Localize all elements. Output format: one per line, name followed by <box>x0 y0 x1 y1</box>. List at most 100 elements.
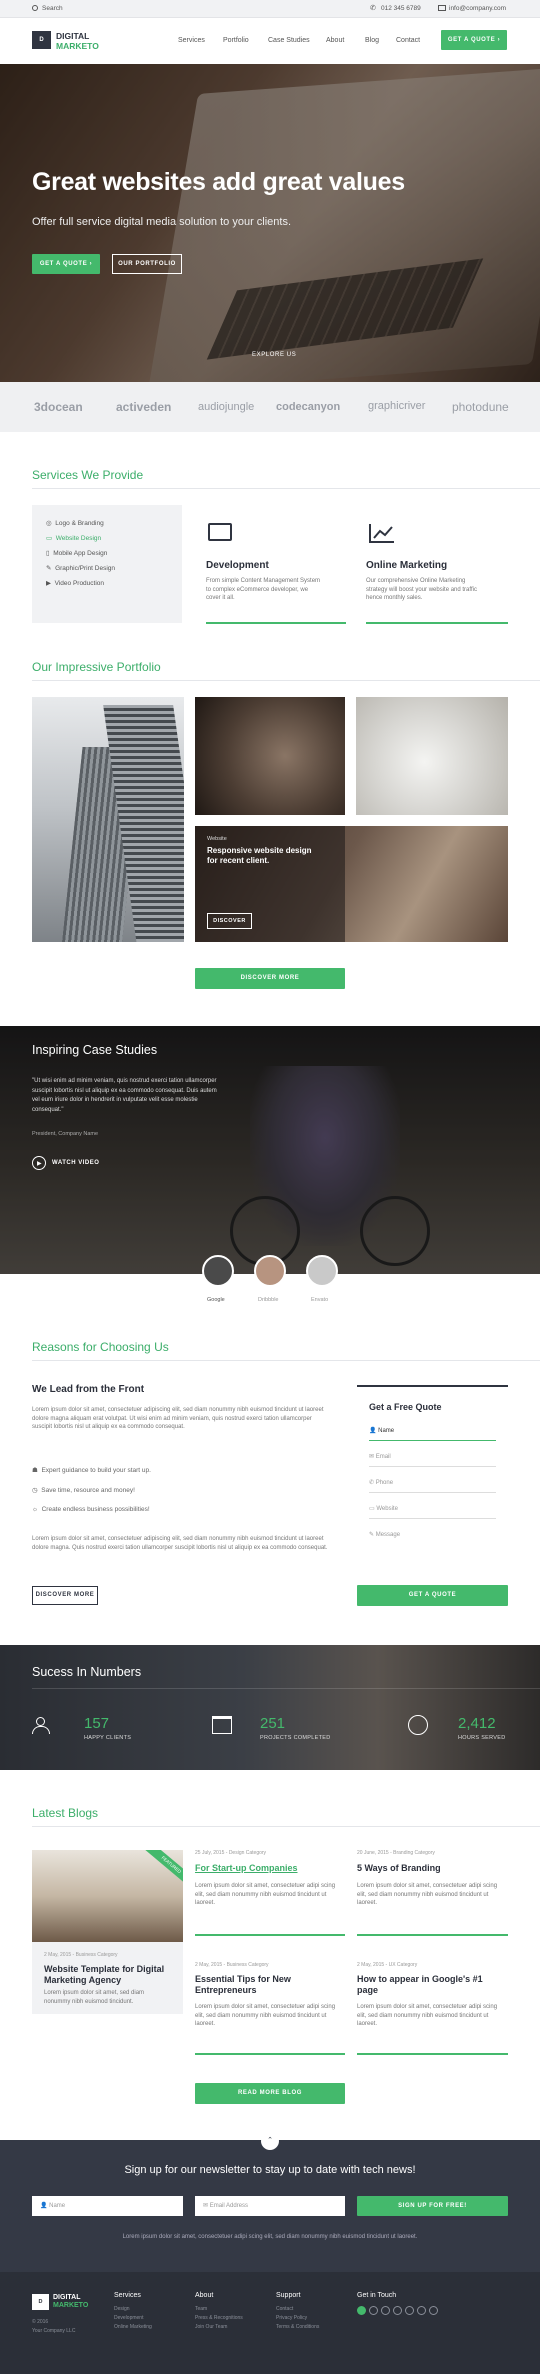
footer-link[interactable]: Press & Recognitions <box>195 2315 243 2321</box>
brand-audiojungle: audiojungle <box>198 401 255 413</box>
service-item-label: Mobile App Design <box>53 550 108 557</box>
service-item-graphic[interactable]: ✎ Graphic/Print Design <box>46 564 115 572</box>
explore-us-link[interactable]: EXPLORE US <box>252 352 296 358</box>
facebook-icon[interactable] <box>357 2306 366 2315</box>
blog-title[interactable]: For Start-up Companies <box>195 1863 298 1873</box>
portfolio-tablet-image[interactable]: Website Responsive website design for re… <box>195 826 508 942</box>
blogs-title: Latest Blogs <box>32 1806 99 1820</box>
newsletter-name-input[interactable]: 👤 Name <box>32 2196 183 2216</box>
footer-link[interactable]: Contact <box>276 2306 293 2312</box>
email-field[interactable]: ✉ Email <box>369 1449 496 1467</box>
portfolio-title: Our Impressive Portfolio <box>32 660 161 674</box>
hero-portfolio-button[interactable]: OUR PORTFOLIO <box>112 254 182 274</box>
logo-mark[interactable]: D <box>32 31 51 49</box>
newsletter-signup-button[interactable]: SIGN UP FOR FREE! <box>357 2196 508 2216</box>
website-field[interactable]: ▭ Website <box>369 1501 496 1519</box>
phone-number[interactable]: 012 345 6789 <box>381 5 421 12</box>
linkedin-icon[interactable] <box>381 2306 390 2315</box>
blog-title[interactable]: Essential Tips for New Entrepreneurs <box>195 1974 315 1996</box>
service-item-label: Video Production <box>54 580 105 587</box>
reasons-bullet-1: ☗ Expert guidance to build your start up… <box>32 1467 151 1474</box>
nav-about[interactable]: About <box>326 37 344 44</box>
calendar-icon <box>212 1716 232 1734</box>
search-icon[interactable] <box>32 5 38 11</box>
message-field[interactable]: ✎ Message <box>369 1527 496 1545</box>
rss-icon[interactable] <box>429 2306 438 2315</box>
service-item-label: Graphic/Print Design <box>55 565 116 572</box>
service-card-text: From simple Content Management System to… <box>206 578 321 601</box>
alarm-clock-icon <box>408 1715 428 1735</box>
quote-form-title: Get a Free Quote <box>369 1402 442 1412</box>
nav-services[interactable]: Services <box>178 37 205 44</box>
portfolio-building-image[interactable] <box>32 697 184 942</box>
blog-card[interactable]: 20 June, 2015 - Branding Category 5 Ways… <box>357 1850 508 1936</box>
brand-photodune: photodune <box>452 400 509 414</box>
brand-activeden: activeden <box>116 400 172 414</box>
case-avatar-dribbble[interactable] <box>254 1255 286 1287</box>
blog-card[interactable]: 25 July, 2015 - Design Category For Star… <box>195 1850 345 1936</box>
footer-link[interactable]: Terms & Conditions <box>276 2324 319 2330</box>
service-card-development: Development From simple Content Manageme… <box>206 520 346 624</box>
blog-title[interactable]: How to appear in Google's #1 page <box>357 1974 487 1996</box>
footer-logo-mark[interactable]: D <box>32 2294 49 2310</box>
case-overlay <box>0 1026 540 1274</box>
newsletter-email-input[interactable]: ✉ Email Address <box>195 2196 345 2216</box>
case-avatar-envato[interactable] <box>306 1255 338 1287</box>
footer-link[interactable]: Privacy Policy <box>276 2315 307 2321</box>
case-title: Inspiring Case Studies <box>32 1043 158 1057</box>
name-field[interactable]: 👤 Name <box>369 1423 496 1441</box>
reasons-bullet-2: ◷ Save time, resource and money! <box>32 1487 135 1494</box>
twitter-icon[interactable] <box>369 2306 378 2315</box>
phone-field[interactable]: ✆ Phone <box>369 1475 496 1493</box>
portfolio-phone-image[interactable] <box>356 697 508 815</box>
footer-link[interactable]: Design <box>114 2306 130 2312</box>
nav-portfolio[interactable]: Portfolio <box>223 37 249 44</box>
numbers-section: Sucess In Numbers 157 HAPPY CLIENTS 251 … <box>0 1645 540 1770</box>
blog-excerpt: Lorem ipsum dolor sit amet, consectetuer… <box>195 2004 336 2027</box>
blog-meta: 20 June, 2015 - Branding Category <box>357 1850 435 1856</box>
portfolio-discover-more-button[interactable]: DISCOVER MORE <box>195 968 345 989</box>
footer: D DIGITAL MARKETO © 2016 Your Company LL… <box>0 2272 540 2374</box>
blog-card[interactable]: 2 May, 2015 - Business Category Essentia… <box>195 1962 345 2055</box>
header-get-quote-button[interactable]: GET A QUOTE › <box>441 30 507 50</box>
featured-blog-image <box>32 1850 183 1942</box>
top-bar: Search ✆ 012 345 6789 info@company.com <box>0 0 540 18</box>
quote-form-submit-button[interactable]: GET A QUOTE <box>357 1585 508 1606</box>
email-link[interactable]: info@company.com <box>449 5 506 12</box>
google-plus-icon[interactable] <box>393 2306 402 2315</box>
service-item-logo[interactable]: ◎ Logo & Branding <box>46 519 104 527</box>
footer-link[interactable]: Join Our Team <box>195 2324 227 2330</box>
footer-link[interactable]: Online Marketing <box>114 2324 152 2330</box>
blog-title[interactable]: 5 Ways of Branding <box>357 1863 441 1873</box>
nav-blog[interactable]: Blog <box>365 37 379 44</box>
play-icon[interactable]: ▶ <box>32 1156 46 1170</box>
blog-meta: 2 May, 2015 - UX Category <box>357 1962 418 1968</box>
footer-link[interactable]: Development <box>114 2315 143 2321</box>
blog-meta: 2 May, 2015 - Business Category <box>44 1952 118 1958</box>
main-nav: Services Portfolio Case Studies About Bl… <box>178 37 428 47</box>
service-item-video[interactable]: ▶ Video Production <box>46 579 104 587</box>
reasons-para1: Lorem ipsum dolor sit amet, consectetuer… <box>32 1407 324 1430</box>
footer-col-title: Services <box>114 2292 141 2299</box>
service-item-website[interactable]: ▭ Website Design <box>46 534 101 542</box>
nav-case-studies[interactable]: Case Studies <box>268 37 310 44</box>
portfolio-watch-image[interactable] <box>195 697 345 815</box>
hero-get-quote-button[interactable]: GET A QUOTE › <box>32 254 100 274</box>
footer-copyright: © 2016 <box>32 2319 49 2325</box>
search-link[interactable]: Search <box>42 5 63 12</box>
dribbble-icon[interactable] <box>405 2306 414 2315</box>
nav-contact[interactable]: Contact <box>396 37 420 44</box>
reasons-discover-button[interactable]: DISCOVER MORE <box>32 1586 98 1605</box>
instagram-icon[interactable] <box>417 2306 426 2315</box>
watch-video-link[interactable]: WATCH VIDEO <box>52 1160 99 1166</box>
service-item-mobile[interactable]: ▯ Mobile App Design <box>46 549 107 557</box>
portfolio-discover-button[interactable]: DISCOVER <box>207 913 252 929</box>
footer-link[interactable]: Team <box>195 2306 207 2312</box>
featured-blog-card[interactable]: FEATURED 2 May, 2015 - Business Category… <box>32 1850 183 2014</box>
scroll-up-button[interactable]: ⌃ <box>261 2132 279 2150</box>
case-avatar-google[interactable] <box>202 1255 234 1287</box>
read-more-blog-button[interactable]: READ MORE BLOG <box>195 2083 345 2104</box>
blog-title[interactable]: Website Template for Digital Marketing A… <box>44 1964 174 1986</box>
blog-card[interactable]: 2 May, 2015 - UX Category How to appear … <box>357 1962 508 2055</box>
footer-logo-line2: MARKETO <box>53 2302 89 2309</box>
